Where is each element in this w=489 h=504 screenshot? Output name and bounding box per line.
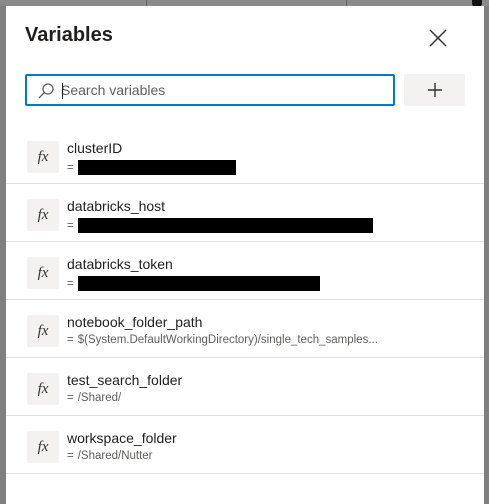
redacted-value bbox=[77, 276, 320, 291]
variable-name: workspace_folder bbox=[67, 430, 177, 446]
fx-icon: fx bbox=[27, 373, 59, 405]
fx-icon: fx bbox=[27, 257, 59, 289]
equals-sign: = bbox=[67, 334, 74, 346]
text-caret bbox=[62, 83, 63, 99]
variable-name: notebook_folder_path bbox=[67, 314, 203, 330]
variable-row[interactable]: fx workspace_folder = /Shared/Nutter bbox=[6, 416, 484, 474]
variable-list: fx clusterID = fx databricks_host = fx d… bbox=[6, 126, 484, 474]
redacted-value bbox=[77, 160, 236, 175]
search-box[interactable] bbox=[25, 74, 395, 106]
variables-panel: Variables fx clusterID = bbox=[6, 6, 484, 504]
close-icon bbox=[429, 29, 447, 47]
equals-sign: = bbox=[67, 392, 74, 404]
variable-value-text: /Shared/Nutter bbox=[77, 450, 153, 462]
close-button[interactable] bbox=[426, 26, 450, 50]
equals-sign: = bbox=[67, 161, 74, 174]
add-variable-button[interactable] bbox=[404, 74, 465, 106]
equals-sign: = bbox=[67, 277, 74, 290]
panel-title: Variables bbox=[25, 24, 113, 46]
fx-icon: fx bbox=[27, 315, 59, 347]
variable-value: = $(System.DefaultWorkingDirectory)/sing… bbox=[67, 334, 378, 346]
search-row bbox=[25, 74, 465, 106]
variable-row[interactable]: fx notebook_folder_path = $(System.Defau… bbox=[6, 300, 484, 358]
variable-value: = bbox=[67, 276, 320, 291]
fx-icon: fx bbox=[27, 199, 59, 231]
variable-row[interactable]: fx databricks_token = bbox=[6, 242, 484, 300]
equals-sign: = bbox=[67, 219, 74, 232]
variable-row[interactable]: fx test_search_folder = /Shared/ bbox=[6, 358, 484, 416]
fx-icon: fx bbox=[27, 141, 59, 173]
variable-value-text: /Shared/ bbox=[77, 392, 122, 404]
search-icon bbox=[38, 83, 54, 99]
variable-name: test_search_folder bbox=[67, 372, 183, 388]
variable-row[interactable]: fx clusterID = bbox=[6, 126, 484, 184]
redacted-value bbox=[77, 218, 373, 233]
variable-name: databricks_token bbox=[67, 256, 173, 272]
fx-icon: fx bbox=[27, 431, 59, 463]
equals-sign: = bbox=[67, 450, 74, 462]
variable-name: clusterID bbox=[67, 140, 123, 156]
variable-name: databricks_host bbox=[67, 198, 166, 214]
variable-value: = bbox=[67, 218, 373, 233]
search-input[interactable] bbox=[61, 79, 381, 101]
variable-value: = bbox=[67, 160, 236, 175]
variable-value: = /Shared/Nutter bbox=[67, 450, 153, 462]
panel-header: Variables bbox=[6, 6, 484, 70]
variable-value-text: $(System.DefaultWorkingDirectory)/single… bbox=[77, 334, 378, 346]
plus-icon bbox=[427, 83, 442, 97]
variable-row[interactable]: fx databricks_host = bbox=[6, 184, 484, 242]
variable-value: = /Shared/ bbox=[67, 392, 121, 404]
